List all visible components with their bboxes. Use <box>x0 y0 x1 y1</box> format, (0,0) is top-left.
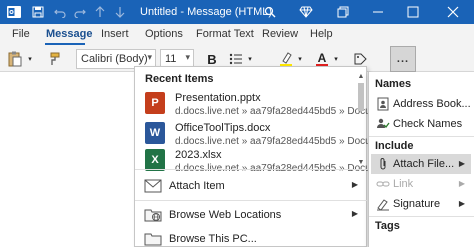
window-title: Untitled - Message (HTML) <box>140 6 273 18</box>
diamond-icon[interactable] <box>298 4 314 20</box>
attach-file-label: Attach File... <box>393 158 455 170</box>
save-icon[interactable] <box>30 4 46 20</box>
browse-this-pc-menu[interactable]: Browse This PC... <box>135 226 366 247</box>
tab-help[interactable]: Help <box>310 28 333 40</box>
minimize-icon[interactable] <box>370 4 386 20</box>
link-icon <box>375 176 391 192</box>
check-names-label: Check Names <box>393 118 463 130</box>
scroll-thumb[interactable] <box>358 83 364 111</box>
tab-review[interactable]: Review <box>262 28 298 40</box>
signature-label: Signature <box>393 198 441 210</box>
menu-divider <box>135 169 368 170</box>
format-painter-icon[interactable] <box>44 49 62 69</box>
browse-pc-label: Browse This PC... <box>169 233 257 245</box>
title-bar: Untitled - Message (HTML) <box>0 0 474 24</box>
scroll-up-icon[interactable]: ▲ <box>357 73 365 81</box>
recent-scrollbar[interactable]: ▲ ▼ <box>357 73 365 167</box>
chevron-down-icon: ▾ <box>147 52 152 62</box>
chevron-down-icon: ▾ <box>185 52 190 62</box>
paste-dropdown-icon[interactable]: ▾ <box>26 49 34 69</box>
close-icon[interactable] <box>445 4 461 20</box>
file-name: 2023.xlsx <box>175 149 222 161</box>
panel-divider <box>369 136 474 137</box>
folder-icon <box>143 230 163 247</box>
link-label: Link <box>393 178 414 190</box>
tab-message[interactable]: Message <box>46 28 92 40</box>
chevron-right-icon: ▶ <box>351 209 358 218</box>
outlook-app-icon <box>6 4 22 20</box>
active-tab-indicator <box>45 43 85 45</box>
names-section-header: Names <box>375 78 412 90</box>
restore-window-icon[interactable] <box>335 4 351 20</box>
more-commands-panel: Names Address Book... Check Names Includ… <box>368 72 474 247</box>
signature-icon <box>375 196 391 212</box>
attach-file-button[interactable]: Attach File... ▶ <box>371 154 471 174</box>
excel-icon: X <box>145 149 165 171</box>
envelope-icon <box>143 177 163 195</box>
web-folder-icon <box>143 206 163 224</box>
search-icon[interactable] <box>262 4 278 20</box>
signature-button[interactable]: Signature ▶ <box>371 194 471 214</box>
chevron-right-icon: ▶ <box>458 159 465 168</box>
menu-divider <box>135 200 368 201</box>
address-book-button[interactable]: Address Book... <box>371 94 471 114</box>
paperclip-icon <box>375 156 391 172</box>
paste-icon[interactable] <box>6 49 24 69</box>
scroll-down-icon[interactable]: ▼ <box>357 159 365 167</box>
chevron-right-icon: ▶ <box>351 180 358 189</box>
chevron-right-icon: ▶ <box>458 199 465 208</box>
browse-web-label: Browse Web Locations <box>169 209 282 221</box>
browse-web-locations-menu[interactable]: Browse Web Locations ▶ <box>135 202 366 228</box>
recent-items-header: Recent Items <box>145 73 214 85</box>
down-arrow-icon[interactable] <box>112 4 128 20</box>
tab-format-text[interactable]: Format Text <box>196 28 254 40</box>
chevron-right-icon: ▶ <box>458 179 465 188</box>
panel-divider <box>369 216 474 217</box>
file-name: OfficeToolTips.docx <box>175 122 271 134</box>
include-section-header: Include <box>375 140 414 152</box>
font-name-value: Calibri (Body) <box>81 53 148 65</box>
maximize-icon[interactable] <box>405 4 421 20</box>
up-arrow-icon[interactable] <box>92 4 108 20</box>
powerpoint-icon: P <box>145 92 165 114</box>
recent-item-presentation[interactable]: P Presentation.pptx d.docs.live.net » aa… <box>135 89 398 121</box>
more-commands-button[interactable]: ... <box>390 46 416 72</box>
attach-item-label: Attach Item <box>169 180 225 192</box>
tab-options[interactable]: Options <box>145 28 183 40</box>
redo-icon[interactable] <box>72 4 88 20</box>
check-names-icon <box>375 116 391 132</box>
undo-icon[interactable] <box>52 4 68 20</box>
attach-item-menu[interactable]: Attach Item ▶ <box>135 173 366 199</box>
attach-file-menu: Recent Items P Presentation.pptx d.docs.… <box>134 66 398 247</box>
word-icon: W <box>145 122 165 144</box>
link-button[interactable]: Link ▶ <box>371 174 471 194</box>
tags-section-header: Tags <box>375 220 400 232</box>
file-name: Presentation.pptx <box>175 92 261 104</box>
tab-file[interactable]: File <box>12 28 30 40</box>
address-book-label: Address Book... <box>393 98 471 110</box>
check-names-button[interactable]: Check Names <box>371 114 471 134</box>
address-book-icon <box>375 96 391 112</box>
tab-insert[interactable]: Insert <box>101 28 129 40</box>
font-size-value: 11 <box>165 53 177 65</box>
